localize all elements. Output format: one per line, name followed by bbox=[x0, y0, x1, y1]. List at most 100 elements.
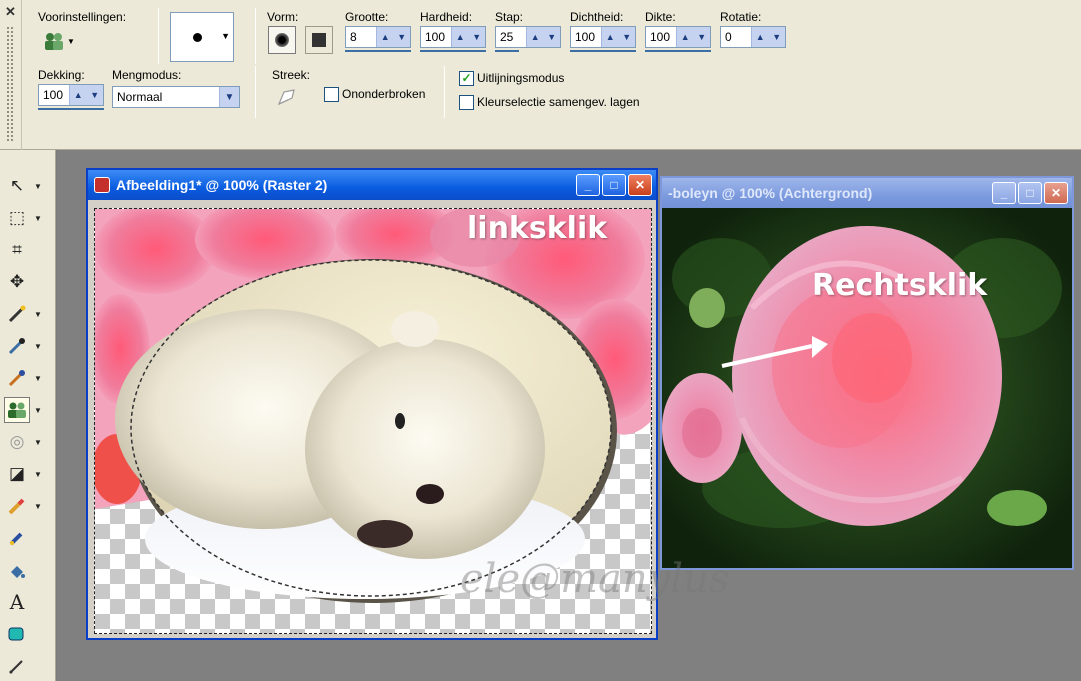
presets-label: Voorinstellingen: bbox=[38, 10, 127, 24]
maximize-button[interactable]: □ bbox=[602, 174, 626, 196]
chevron-down-icon[interactable]: ▼ bbox=[34, 438, 42, 447]
slider-bar[interactable] bbox=[570, 50, 636, 52]
move-arrows-icon: ✥ bbox=[9, 272, 25, 291]
paint-bucket-icon bbox=[4, 557, 30, 583]
eraser-tool[interactable]: ▼ bbox=[4, 492, 50, 520]
hardness-stepper[interactable]: 100 ▲ ▼ bbox=[420, 26, 486, 48]
window-titlebar[interactable]: Afbeelding1* @ 100% (Raster 2) bbox=[88, 170, 656, 200]
close-icon[interactable]: ✕ bbox=[5, 4, 16, 20]
chevron-down-icon[interactable]: ▼ bbox=[34, 406, 42, 415]
toolbar-grip[interactable]: ✕ bbox=[0, 0, 22, 150]
paintbrush-tool[interactable]: ▼ bbox=[4, 364, 50, 392]
minimize-button[interactable]: _ bbox=[992, 182, 1016, 204]
dodge-tool[interactable]: ◎ ▼ bbox=[4, 428, 50, 456]
chevron-down-icon[interactable]: ▼ bbox=[697, 32, 706, 42]
chevron-down-icon[interactable]: ▼ bbox=[472, 32, 481, 42]
density-value[interactable]: 100 bbox=[571, 27, 601, 47]
density-stepper[interactable]: 100 ▲ ▼ bbox=[570, 26, 636, 48]
chevron-down-icon[interactable]: ▼ bbox=[622, 32, 631, 42]
opacity-value[interactable]: 100 bbox=[39, 85, 69, 105]
continuous-checkbox[interactable] bbox=[324, 87, 339, 102]
up-arrow-icon[interactable]: ▲ bbox=[681, 32, 690, 42]
chevron-down-icon: ▼ bbox=[221, 31, 230, 41]
clone-preset-icon bbox=[45, 33, 63, 50]
chevron-down-icon[interactable]: ▼ bbox=[547, 32, 556, 42]
slider-bar[interactable] bbox=[645, 50, 711, 52]
preset-shape-tool[interactable] bbox=[4, 620, 50, 648]
brush-preview[interactable]: ▼ bbox=[170, 12, 234, 62]
rose-canvas[interactable]: Rechtsklik bbox=[662, 208, 1072, 568]
tool-options-bar: ✕ Voorinstellingen: ▼ ▼ Vorm: Grootte: 8… bbox=[0, 0, 1081, 150]
round-shape-button[interactable] bbox=[268, 26, 296, 54]
chevron-down-icon[interactable]: ▼ bbox=[397, 32, 406, 42]
chevron-down-icon[interactable]: ▼ bbox=[772, 32, 781, 42]
chevron-down-icon[interactable]: ▼ bbox=[34, 310, 42, 319]
right-click-label: Rechtsklik bbox=[812, 268, 988, 303]
chevron-down-icon[interactable]: ▼ bbox=[219, 87, 239, 107]
pick-tool[interactable]: ↖ ▼ bbox=[4, 172, 50, 200]
align-mode-checkbox[interactable]: ✓ bbox=[459, 71, 474, 86]
magic-wand-tool[interactable]: ▼ bbox=[4, 300, 50, 328]
lighten-darken-tool[interactable]: ◪ ▼ bbox=[4, 460, 50, 488]
chevron-down-icon[interactable]: ▼ bbox=[34, 374, 42, 383]
chevron-down-icon[interactable]: ▼ bbox=[90, 90, 99, 100]
chevron-down-icon[interactable]: ▼ bbox=[34, 470, 42, 479]
chevron-down-icon[interactable]: ▼ bbox=[34, 214, 42, 223]
move-tool[interactable]: ✥ bbox=[4, 268, 50, 296]
up-arrow-icon[interactable]: ▲ bbox=[456, 32, 465, 42]
maximize-button[interactable]: □ bbox=[1018, 182, 1042, 204]
window-title: -boleyn @ 100% (Achtergrond) bbox=[668, 185, 873, 201]
up-arrow-icon[interactable]: ▲ bbox=[74, 90, 83, 100]
presets-button[interactable]: ▼ bbox=[42, 30, 75, 52]
crop-tool[interactable]: ⌗ bbox=[4, 236, 50, 264]
colorsel-checkbox[interactable] bbox=[459, 95, 474, 110]
thickness-stepper[interactable]: 100 ▲ ▼ bbox=[645, 26, 711, 48]
paintbrush-icon bbox=[4, 365, 30, 391]
chevron-down-icon[interactable]: ▼ bbox=[34, 502, 42, 511]
rose-photo bbox=[662, 208, 1072, 568]
step-value[interactable]: 25 bbox=[496, 27, 526, 47]
selection-tool[interactable]: ⬚ ▼ bbox=[4, 204, 50, 232]
divider bbox=[158, 8, 159, 64]
up-arrow-icon[interactable]: ▲ bbox=[531, 32, 540, 42]
slider-bar[interactable] bbox=[495, 50, 519, 52]
up-arrow-icon[interactable]: ▲ bbox=[756, 32, 765, 42]
picture-tube-tool[interactable] bbox=[4, 524, 50, 552]
up-arrow-icon[interactable]: ▲ bbox=[381, 32, 390, 42]
image-window-rose[interactable]: -boleyn @ 100% (Achtergrond) _ □ ✕ Recht… bbox=[660, 176, 1074, 570]
pointer-arrow-icon: ↖ bbox=[9, 176, 25, 195]
slider-bar[interactable] bbox=[345, 50, 411, 52]
flood-fill-tool[interactable] bbox=[4, 556, 50, 584]
up-arrow-icon[interactable]: ▲ bbox=[606, 32, 615, 42]
hardness-value[interactable]: 100 bbox=[421, 27, 451, 47]
size-value[interactable]: 8 bbox=[346, 27, 376, 47]
text-tool[interactable]: A bbox=[4, 588, 50, 616]
minimize-button[interactable]: _ bbox=[576, 174, 600, 196]
thickness-value[interactable]: 100 bbox=[646, 27, 676, 47]
eyedropper-icon bbox=[4, 333, 30, 359]
rotation-value[interactable]: 0 bbox=[721, 27, 751, 47]
chevron-down-icon[interactable]: ▼ bbox=[34, 342, 42, 351]
hardness-label: Hardheid: bbox=[420, 10, 473, 24]
stroke-button[interactable] bbox=[276, 86, 298, 111]
blend-mode-value[interactable]: Normaal bbox=[113, 87, 219, 107]
close-button[interactable]: ✕ bbox=[1044, 182, 1068, 204]
size-label: Grootte: bbox=[345, 10, 389, 24]
step-stepper[interactable]: 25 ▲ ▼ bbox=[495, 26, 561, 48]
rotation-stepper[interactable]: 0 ▲ ▼ bbox=[720, 26, 786, 48]
app-icon[interactable] bbox=[94, 177, 110, 193]
square-shape-button[interactable] bbox=[305, 26, 333, 54]
divider bbox=[255, 66, 256, 118]
divider bbox=[255, 8, 256, 64]
slider-bar[interactable] bbox=[420, 50, 486, 52]
divider bbox=[444, 66, 445, 118]
chevron-down-icon[interactable]: ▼ bbox=[34, 182, 42, 191]
size-stepper[interactable]: 8 ▲ ▼ bbox=[345, 26, 411, 48]
pen-tool[interactable] bbox=[4, 652, 50, 680]
clone-brush-tool[interactable]: ▼ bbox=[4, 396, 50, 424]
slider-bar[interactable] bbox=[38, 108, 104, 110]
close-button[interactable]: ✕ bbox=[628, 174, 652, 196]
dropper-tool[interactable]: ▼ bbox=[4, 332, 50, 360]
opacity-stepper[interactable]: 100 ▲ ▼ bbox=[38, 84, 104, 106]
blend-mode-select[interactable]: Normaal ▼ bbox=[112, 86, 240, 108]
